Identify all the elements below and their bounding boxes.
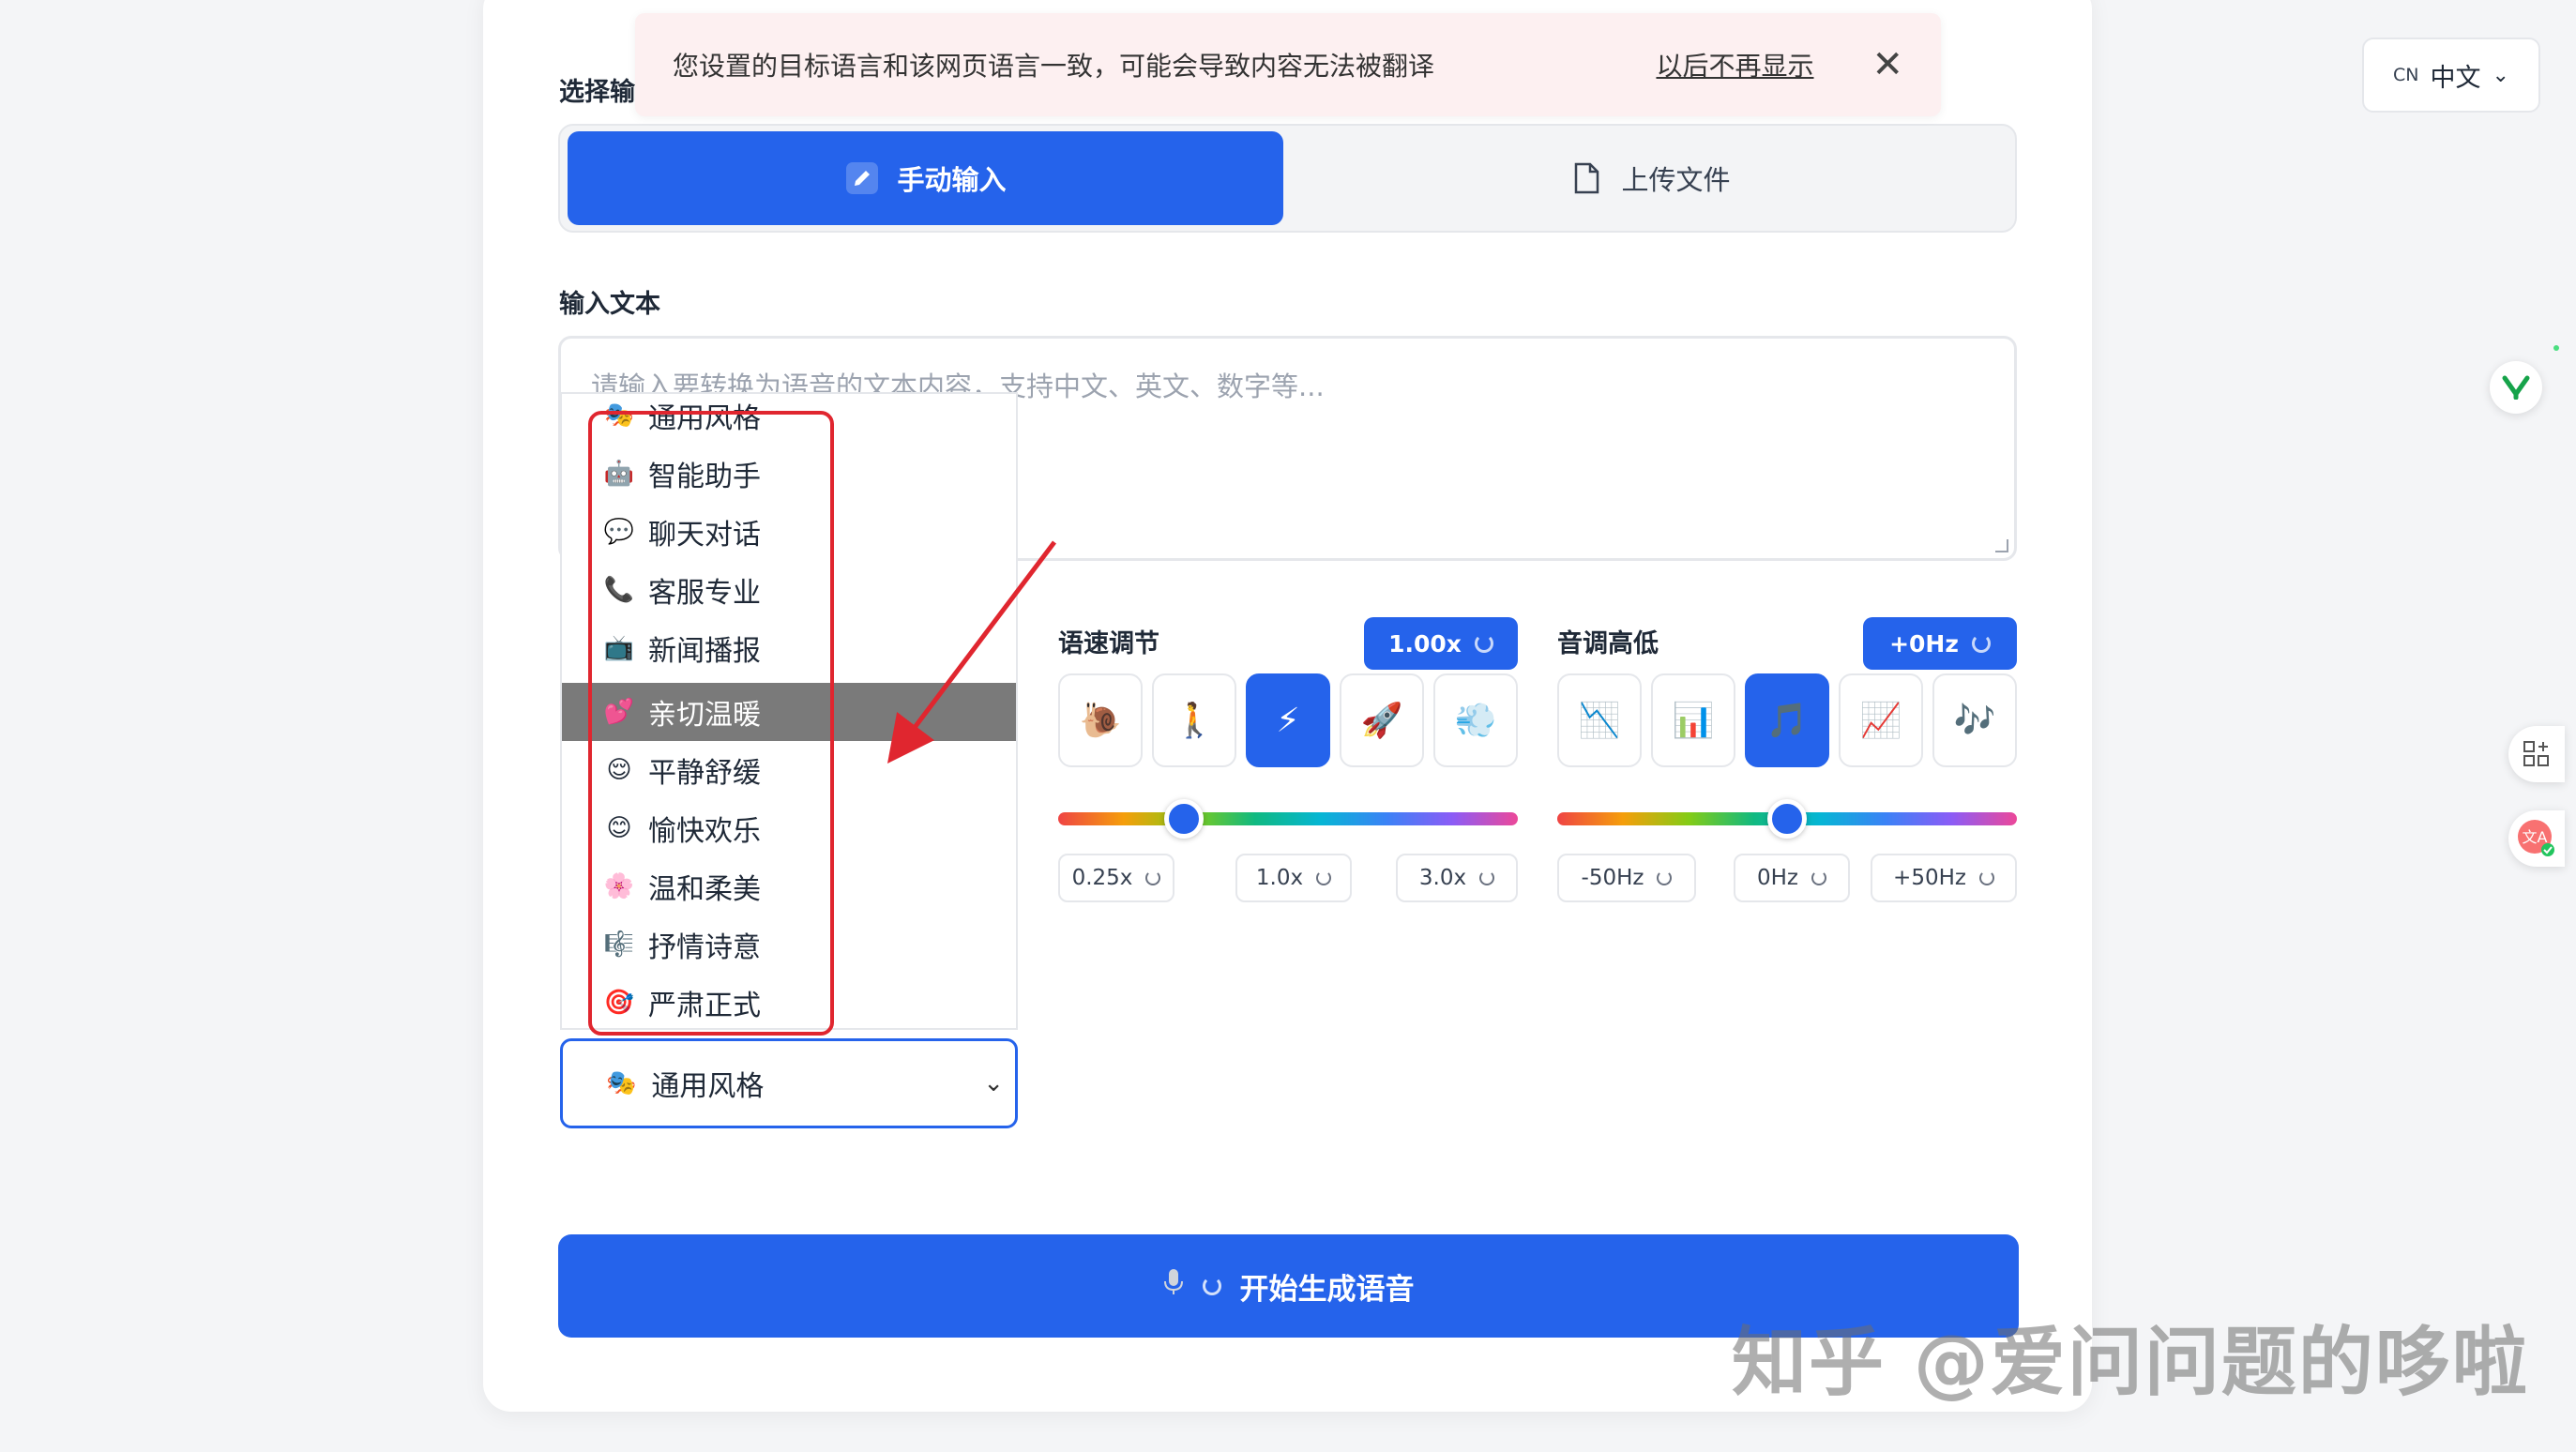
bar-chart-icon: 📊 (1672, 702, 1715, 740)
speed-slider-thumb[interactable] (1163, 799, 1204, 839)
input-mode-tabs: 手动输入 上传文件 (558, 124, 2017, 233)
svg-text:文A: 文A (2523, 828, 2548, 846)
pitch-button-high[interactable]: 🎶 (1932, 673, 2017, 767)
tab-manual-input[interactable]: 手动输入 (568, 131, 1283, 225)
style-select[interactable]: 🎭 通用风格 ⌄ (560, 1038, 1018, 1128)
speed-label: 语速调节 (1058, 629, 1159, 658)
tab-upload-file-label: 上传文件 (1621, 164, 1731, 196)
speed-value: 1.00x (1388, 629, 1462, 658)
pitch-button-normal[interactable]: 🎵 (1745, 673, 1829, 767)
chevron-down-icon: ⌄ (983, 1069, 1004, 1097)
pitch-button-mid-high[interactable]: 📈 (1839, 673, 1923, 767)
speed-slider-track[interactable] (1058, 812, 1518, 825)
refresh-icon (1474, 634, 1493, 653)
pitch-label: 音调高低 (1557, 629, 1659, 658)
chart-up-icon: 📈 (1859, 702, 1902, 740)
refresh-icon (1657, 870, 1673, 885)
watermark: 知乎 @爱问问题的哆啦 (1732, 1319, 2529, 1406)
refresh-icon (1811, 870, 1826, 885)
pitch-slider-thumb[interactable] (1767, 799, 1807, 839)
style-select-value: 通用风格 (651, 1070, 765, 1103)
theater-masks-icon: 🎭 (606, 1069, 637, 1097)
refresh-icon (1145, 870, 1161, 885)
pitch-button-low[interactable]: 📉 (1557, 673, 1642, 767)
pencil-icon (844, 160, 880, 196)
rocket-icon: 🚀 (1360, 702, 1403, 740)
speed-preset-default[interactable]: 1.0x (1235, 854, 1352, 902)
translation-toast: 您设置的目标语言和该网页语言一致，可能会导致内容无法被翻译 以后不再显示 ✕ (635, 13, 1941, 116)
sparkle-icon (2553, 345, 2559, 351)
preset-label: 1.0x (1255, 866, 1304, 890)
chart-down-icon: 📉 (1578, 702, 1621, 740)
refresh-icon (1978, 870, 1994, 885)
refresh-icon (1971, 634, 1991, 653)
file-icon (1568, 160, 1604, 196)
music-notes-icon: 🎶 (1953, 702, 1996, 740)
annotation-box (588, 411, 834, 1036)
speed-preset-min[interactable]: 0.25x (1058, 854, 1174, 902)
generate-speech-label: 开始生成语音 (1239, 1272, 1415, 1307)
language-code: CN (2393, 65, 2419, 85)
music-note-icon: 🎵 (1765, 702, 1809, 740)
speed-button-lightning[interactable]: ⚡ (1246, 673, 1330, 767)
refresh-icon (1316, 870, 1332, 885)
speed-button-snail[interactable]: 🐌 (1058, 673, 1143, 767)
language-switcher[interactable]: CN 中文 ⌄ (2362, 38, 2540, 113)
walking-icon: 🚶 (1173, 702, 1216, 740)
pitch-value: +0Hz (1889, 629, 1959, 658)
speed-button-wind[interactable]: 💨 (1433, 673, 1518, 767)
text-input-label: 输入文本 (559, 290, 660, 319)
translate-icon[interactable]: 文A (2508, 810, 2565, 867)
preset-label: 3.0x (1418, 866, 1467, 890)
loading-spinner-icon (1202, 1277, 1221, 1295)
resize-grip-icon[interactable] (1995, 539, 2008, 552)
wind-icon: 💨 (1454, 702, 1497, 740)
toast-message: 您设置的目标语言和该网页语言一致，可能会导致内容无法被翻译 (673, 51, 1435, 82)
preset-label: -50Hz (1581, 866, 1644, 890)
toast-never-show-link[interactable]: 以后不再显示 (1656, 46, 1813, 83)
pitch-preset-min[interactable]: -50Hz (1557, 854, 1696, 902)
preset-label: 0.25x (1071, 866, 1133, 890)
pitch-button-mid-low[interactable]: 📊 (1651, 673, 1735, 767)
pitch-preset-default[interactable]: 0Hz (1734, 854, 1850, 902)
speed-button-walk[interactable]: 🚶 (1152, 673, 1236, 767)
close-icon[interactable]: ✕ (1871, 43, 1903, 86)
speed-preset-max[interactable]: 3.0x (1396, 854, 1518, 902)
snail-icon: 🐌 (1079, 702, 1122, 740)
refresh-icon (1479, 870, 1495, 885)
extension-logo-icon[interactable] (2490, 361, 2542, 414)
tab-manual-input-label: 手动输入 (897, 164, 1007, 196)
chevron-down-icon: ⌄ (2492, 63, 2509, 87)
apps-grid-icon[interactable] (2508, 726, 2565, 782)
preset-label: +50Hz (1893, 866, 1966, 890)
pitch-value-badge[interactable]: +0Hz (1863, 617, 2017, 670)
input-mode-label: 选择输 (559, 78, 635, 107)
lightning-icon: ⚡ (1276, 701, 1300, 740)
tab-upload-file[interactable]: 上传文件 (1292, 131, 2008, 225)
speed-value-badge[interactable]: 1.00x (1364, 617, 1518, 670)
language-label: 中文 (2430, 63, 2481, 93)
speed-button-rocket[interactable]: 🚀 (1340, 673, 1424, 767)
microphone-icon (1163, 1268, 1184, 1304)
preset-label: 0Hz (1756, 866, 1798, 890)
pitch-preset-max[interactable]: +50Hz (1871, 854, 2017, 902)
